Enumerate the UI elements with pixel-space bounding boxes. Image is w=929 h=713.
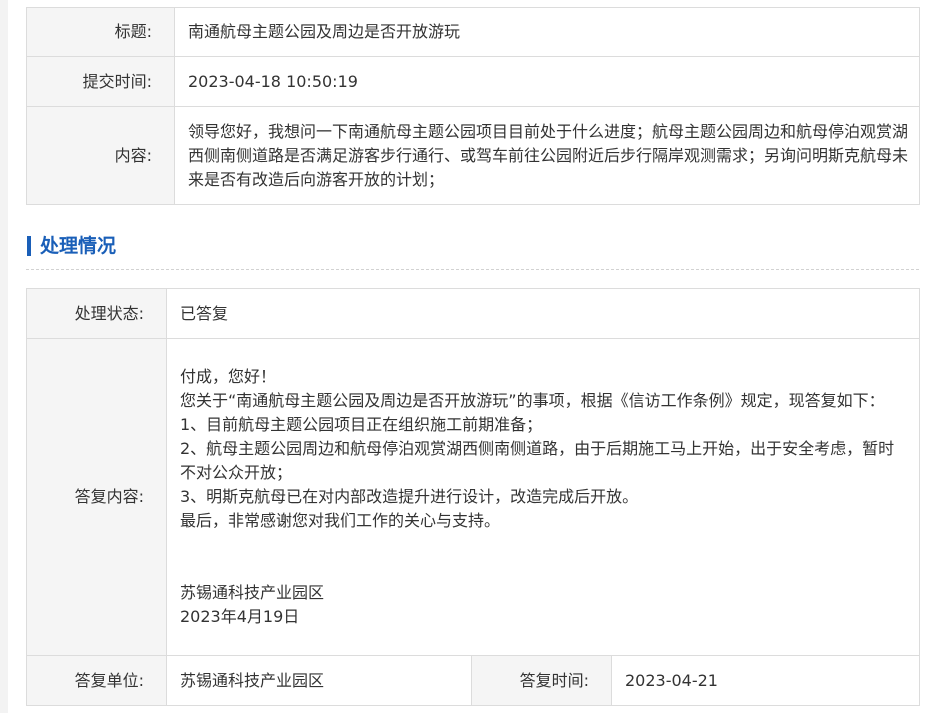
reply-time-label: 答复时间: — [471, 655, 612, 706]
submit-time-row: 提交时间: 2023-04-18 10:50:19 — [26, 56, 920, 107]
section-marker — [27, 236, 31, 256]
content-row: 内容: 领导您好，我想问一下南通航母主题公园项目目前处于什么进度；航母主题公园周… — [26, 106, 920, 205]
content-value: 领导您好，我想问一下南通航母主题公园项目目前处于什么进度；航母主题公园周边和航母… — [174, 106, 920, 205]
reply-unit-value: 苏锡通科技产业园区 — [166, 655, 472, 706]
page-left-edge — [0, 0, 8, 713]
submit-time-value: 2023-04-18 10:50:19 — [174, 56, 920, 107]
content-label: 内容: — [26, 106, 175, 205]
reply-line: 1、目前航母主题公园项目正在组织施工前期准备； — [180, 415, 543, 434]
reply-unit-label: 答复单位: — [26, 655, 167, 706]
reply-time-value: 2023-04-21 — [610, 655, 921, 706]
status-value: 已答复 — [165, 288, 921, 339]
reply-row: 答复内容: 付成，您好！ 您关于“南通航母主题公园及周边是否开放游玩”的事项，根… — [26, 338, 921, 656]
reply-content: 付成，您好！ 您关于“南通航母主题公园及周边是否开放游玩”的事项，根据《信访工作… — [165, 338, 921, 656]
reply-line — [180, 557, 909, 581]
section-title: 处理情况 — [40, 235, 117, 257]
reply-line: 苏锡通科技产业园区 — [180, 583, 325, 602]
reply-line: 2、航母主题公园周边和航母停泊观赏湖西侧南侧道路，由于后期施工马上开始，出于安全… — [180, 439, 895, 482]
question-table: 标题: 南通航母主题公园及周边是否开放游玩 提交时间: 2023-04-18 1… — [26, 7, 920, 205]
handling-table: 处理状态: 已答复 答复内容: 付成，您好！ 您关于“南通航母主题公园及周边是否… — [26, 288, 921, 706]
reply-line: 最后，非常感谢您对我们工作的关心与支持。 — [180, 511, 501, 530]
reply-line — [180, 533, 909, 557]
title-row: 标题: 南通航母主题公园及周边是否开放游玩 — [26, 7, 920, 57]
status-label: 处理状态: — [26, 288, 167, 339]
reply-line: 2023年4月19日 — [180, 607, 300, 626]
section-header: 处理情况 — [26, 231, 919, 270]
unit-row: 答复单位: 苏锡通科技产业园区 答复时间: 2023-04-21 — [26, 655, 921, 706]
title-value: 南通航母主题公园及周边是否开放游玩 — [174, 7, 920, 57]
reply-line: 付成，您好！ — [180, 367, 277, 386]
submit-time-label: 提交时间: — [26, 56, 175, 107]
title-label: 标题: — [26, 7, 175, 57]
status-row: 处理状态: 已答复 — [26, 288, 921, 339]
reply-line: 3、明斯克航母已在对内部改造提升进行设计，改造完成后开放。 — [180, 487, 639, 506]
reply-label: 答复内容: — [26, 338, 167, 656]
reply-line: 您关于“南通航母主题公园及周边是否开放游玩”的事项，根据《信访工作条例》规定，现… — [180, 391, 885, 410]
